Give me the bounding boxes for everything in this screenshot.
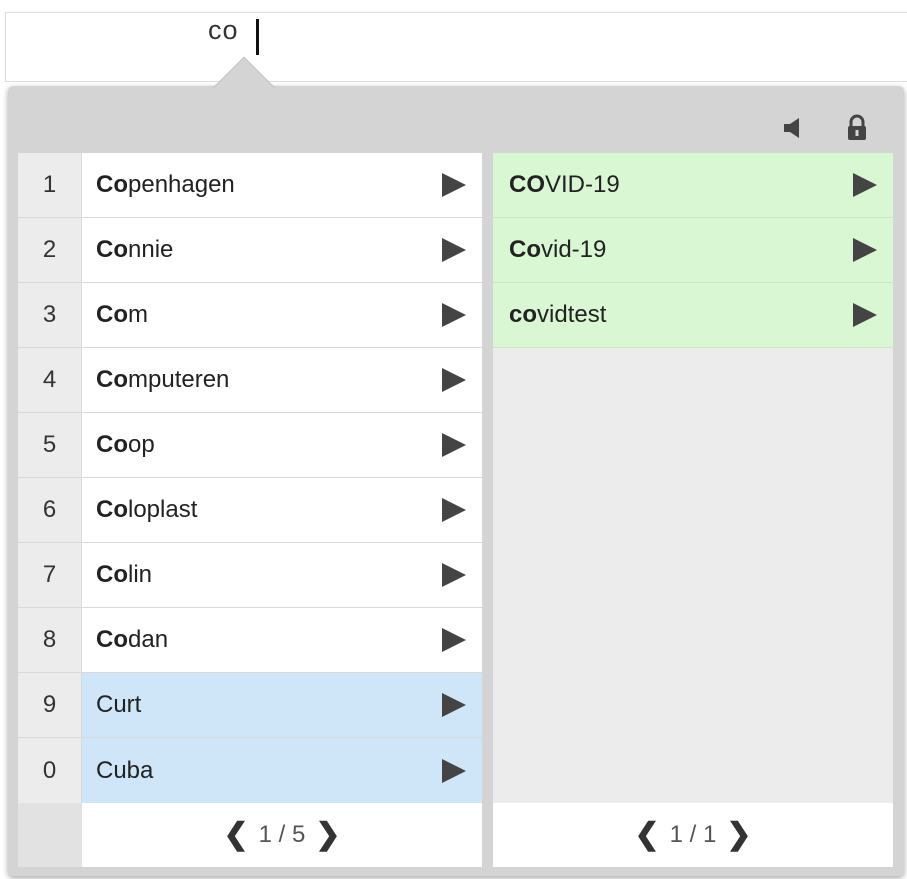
expand-arrow-icon[interactable] xyxy=(442,498,466,522)
list-item[interactable]: Covid-19 xyxy=(493,218,893,283)
row-number: 1 xyxy=(18,153,82,217)
expand-arrow-icon[interactable] xyxy=(442,433,466,457)
pager-gutter xyxy=(18,803,82,867)
expand-arrow-icon[interactable] xyxy=(442,173,466,197)
row-number: 3 xyxy=(18,283,82,347)
list-item[interactable]: 7 Colin xyxy=(18,543,482,608)
suggestion-word: Colin xyxy=(96,561,153,588)
suggestion-cell[interactable]: Connie xyxy=(82,218,482,282)
prev-page-icon[interactable]: ❮ xyxy=(224,820,249,850)
suggestion-word: Covid-19 xyxy=(509,236,607,263)
suggestion-cell[interactable]: Computeren xyxy=(82,348,482,412)
suggestion-cell[interactable]: Coop xyxy=(82,413,482,477)
row-number: 6 xyxy=(18,478,82,542)
suggestion-cell[interactable]: Colin xyxy=(82,543,482,607)
text-caret xyxy=(256,19,259,55)
pager-left: ❮ 1 / 5 ❯ xyxy=(82,803,482,867)
expand-arrow-icon[interactable] xyxy=(853,173,877,197)
suggestion-cell[interactable]: Codan xyxy=(82,608,482,672)
suggestion-cell[interactable]: covidtest xyxy=(493,283,893,347)
speaker-mute-icon[interactable] xyxy=(780,113,806,143)
expand-arrow-icon[interactable] xyxy=(442,368,466,392)
suggestion-cell[interactable]: Com xyxy=(82,283,482,347)
row-number: 8 xyxy=(18,608,82,672)
suggestion-cell[interactable]: Curt xyxy=(82,673,482,737)
expand-arrow-icon[interactable] xyxy=(442,693,466,717)
suggestion-word: Computeren xyxy=(96,366,230,393)
list-item[interactable]: 4 Computeren xyxy=(18,348,482,413)
suggestion-word: COVID-19 xyxy=(509,171,620,198)
expand-arrow-icon[interactable] xyxy=(442,563,466,587)
list-item[interactable]: 8 Codan xyxy=(18,608,482,673)
page-indicator: 1 / 5 xyxy=(258,821,306,848)
prediction-list-left: 1 Copenhagen 2 Connie 3 Com 4 Computeren… xyxy=(18,153,482,803)
row-number: 7 xyxy=(18,543,82,607)
list-item[interactable]: 1 Copenhagen xyxy=(18,153,482,218)
list-item[interactable]: COVID-19 xyxy=(493,153,893,218)
next-page-icon[interactable]: ❯ xyxy=(315,820,340,850)
list-item[interactable]: 2 Connie xyxy=(18,218,482,283)
suggestion-cell[interactable]: Cuba xyxy=(82,738,482,803)
suggestion-word: Cuba xyxy=(96,756,154,784)
row-number: 2 xyxy=(18,218,82,282)
suggestion-word: Copenhagen xyxy=(96,171,235,198)
row-number: 0 xyxy=(18,738,82,803)
suggestion-cell[interactable]: Covid-19 xyxy=(493,218,893,282)
suggestion-word: Com xyxy=(96,301,148,328)
suggestion-word: Curt xyxy=(96,691,142,718)
expand-arrow-icon[interactable] xyxy=(442,758,466,783)
expand-arrow-icon[interactable] xyxy=(442,628,466,652)
next-page-icon[interactable]: ❯ xyxy=(726,820,751,850)
suggestion-cell[interactable]: Copenhagen xyxy=(82,153,482,217)
page-indicator: 1 / 1 xyxy=(669,821,717,848)
suggestion-word: covidtest xyxy=(509,301,607,328)
row-number: 4 xyxy=(18,348,82,412)
prediction-list-right: COVID-19 Covid-19 covidtest xyxy=(493,153,893,803)
suggestion-word: Coop xyxy=(96,431,155,458)
row-number: 5 xyxy=(18,413,82,477)
list-item[interactable]: 5 Coop xyxy=(18,413,482,478)
expand-arrow-icon[interactable] xyxy=(853,238,877,262)
expand-arrow-icon[interactable] xyxy=(853,303,877,327)
suggestion-word: Connie xyxy=(96,236,174,263)
suggestion-cell[interactable]: Coloplast xyxy=(82,478,482,542)
expand-arrow-icon[interactable] xyxy=(442,238,466,262)
list-item[interactable]: covidtest xyxy=(493,283,893,348)
text-editor[interactable]: co xyxy=(5,12,907,82)
suggestion-word: Codan xyxy=(96,626,169,653)
pager-right: ❮ 1 / 1 ❯ xyxy=(493,803,893,867)
expand-arrow-icon[interactable] xyxy=(442,303,466,327)
list-item[interactable]: 3 Com xyxy=(18,283,482,348)
list-item[interactable]: 0 Cuba xyxy=(18,738,482,803)
suggestion-word: Coloplast xyxy=(96,496,198,523)
typed-text: co xyxy=(208,15,239,45)
popup-pointer xyxy=(210,52,276,88)
suggestion-cell[interactable]: COVID-19 xyxy=(493,153,893,217)
row-number: 9 xyxy=(18,673,82,737)
list-item[interactable]: 9 Curt xyxy=(18,673,482,738)
list-item[interactable]: 6 Coloplast xyxy=(18,478,482,543)
lock-icon[interactable] xyxy=(844,113,870,143)
prev-page-icon[interactable]: ❮ xyxy=(635,820,660,850)
